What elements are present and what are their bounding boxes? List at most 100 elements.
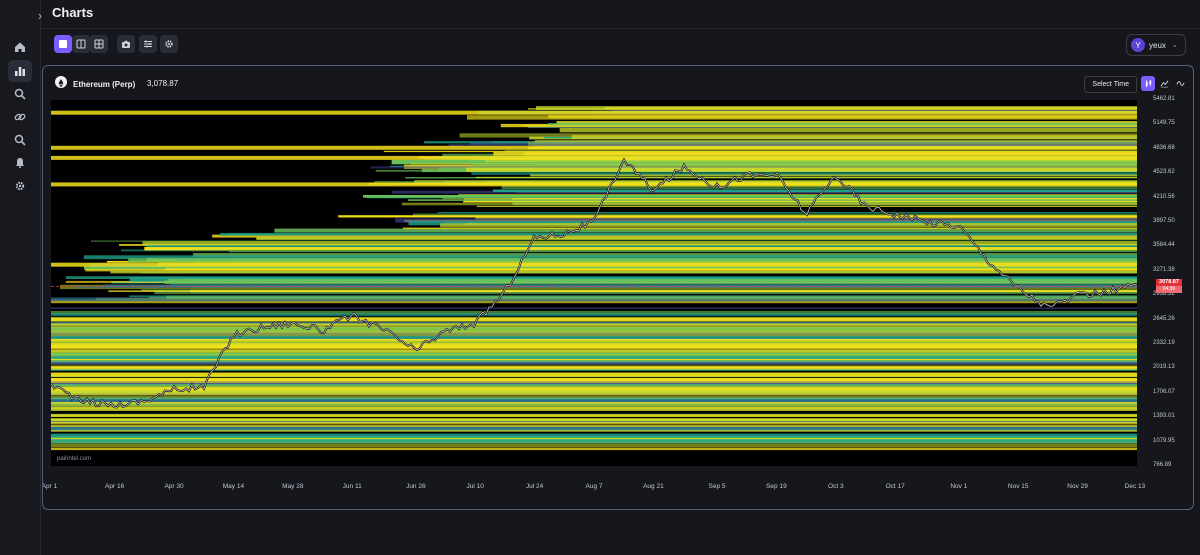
liquidity-band [559,128,1137,133]
layout-grid-button[interactable] [90,35,108,53]
major-liquidity-level [51,155,1137,160]
layout-single-button[interactable] [54,35,72,53]
liquidity-band [547,123,1137,126]
liquidity-band [51,307,1137,309]
y-tick-label: 1079.95 [1153,437,1175,444]
y-tick-label: 5149.75 [1153,120,1175,127]
liquidity-band [51,340,1137,343]
current-price-line [51,285,1137,287]
y-tick-label: 2019.13 [1153,364,1175,371]
layout-single-icon [59,40,67,48]
liquidity-band [475,176,1137,178]
x-tick-label: Nov 15 [1007,483,1029,490]
user-menu[interactable]: Y yeux ⌄ [1126,34,1186,56]
major-liquidity-level [51,344,1137,349]
sidebar-item-alerts[interactable] [8,152,32,174]
home-icon [15,42,25,52]
liquidity-band [493,189,1137,192]
layout-grid-icon [94,39,104,49]
sidebar-item-scan[interactable] [8,83,32,105]
chart-header: Ethereum (Perp) 3,078.87 Select Time [43,66,1193,100]
liquidity-band [437,212,1137,214]
x-tick-label: Nov 1 [950,483,968,490]
link-icon [14,113,26,121]
x-tick-label: Jun 11 [342,483,362,490]
chart-type-heatmap-button[interactable] [1141,76,1155,91]
y-tick-label: 4210.56 [1153,193,1175,200]
price-axis[interactable]: 5462.81 5149.75 4836.68 4523.62 4210.56 3897.… [1137,96,1187,468]
liquidity-band [51,433,1137,438]
liquidity-band [51,439,1137,444]
y-tick-label: 4523.62 [1153,169,1175,176]
indicators-button[interactable] [139,35,157,53]
liquidity-band [471,171,1137,175]
sidebar: › [0,0,42,555]
liquidity-band [51,313,1137,317]
x-tick-label: Oct 17 [885,483,905,490]
sidebar-item-search[interactable] [8,129,32,151]
layout-split-icon [76,39,86,49]
sidebar-item-charts[interactable] [8,60,32,82]
x-tick-label: Aug 21 [643,483,664,490]
liquidity-band [108,290,1137,292]
major-liquidity-level [51,317,1137,322]
y-tick-label: 1706.07 [1153,388,1175,395]
liquidity-band [220,232,1137,236]
y-tick-label: 1393.01 [1153,413,1175,420]
time-axis[interactable]: Apr 1 Apr 16 Apr 30 May 14 May 28 Jun 11 Jun 2… [43,470,1145,490]
select-time-button[interactable]: Select Time [1084,76,1137,93]
liquidity-band [571,134,1137,139]
user-name: yeux [1149,40,1166,50]
y-tick-label: 3584.44 [1153,242,1175,249]
x-tick-label: Nov 29 [1067,483,1088,490]
liquidity-band [524,151,1137,156]
x-tick-label: Apr 16 [105,483,125,490]
y-tick-label: 4836.68 [1153,144,1175,151]
liquidity-band [467,115,1137,120]
liquidity-band [51,425,1137,427]
layout-split-button[interactable] [72,35,90,53]
liquidity-band [338,215,1137,218]
zoom-search-icon [14,88,26,100]
liquidity-band [256,237,1137,240]
liquidity-band [51,447,1137,451]
liquidity-band [363,195,1137,198]
chart-settings-button[interactable] [160,35,178,53]
ethereum-icon [55,76,67,88]
x-tick-label: Apr 30 [164,483,184,490]
liquidity-band [534,140,1137,143]
search-icon [14,134,26,146]
liquidity-band [402,227,1137,230]
chart-type-line-button[interactable] [1157,76,1171,91]
sidebar-item-home[interactable] [8,36,32,58]
gear-icon [165,40,173,48]
liquidity-band [466,167,1137,172]
liquidity-band [51,399,1137,403]
heatmap-plot[interactable]: pairintel.com [51,100,1137,466]
x-tick-label: May 28 [282,483,304,490]
liquidity-band [110,271,1137,274]
liquidity-band [51,422,1137,425]
sidebar-item-settings[interactable] [8,175,32,197]
liquidity-band [51,443,1137,447]
liquidity-band [51,348,1137,351]
major-liquidity-level [51,182,1137,187]
sliders-icon [144,40,152,48]
symbol-name[interactable]: Ethereum (Perp) [73,80,135,89]
liquidity-band [51,331,1137,336]
liquidity-band [51,323,1137,328]
page-title: Charts [52,5,94,20]
snapshot-button[interactable] [117,35,135,53]
chart-type-area-button[interactable] [1173,76,1187,91]
countdown-tag: 04:36 [1156,285,1182,293]
x-tick-label: Apr 1 [42,483,58,490]
liquidity-band [274,228,1137,233]
y-tick-label: 3897.50 [1153,218,1175,224]
current-price-tag: 3078.87 [1156,278,1182,286]
x-tick-label: May 14 [222,483,245,490]
sidebar-item-links[interactable] [8,106,32,128]
liquidity-band [476,205,1137,207]
major-liquidity-level [51,145,1137,150]
liquidity-band [401,202,1137,206]
x-tick-label: Sep 5 [708,483,726,490]
